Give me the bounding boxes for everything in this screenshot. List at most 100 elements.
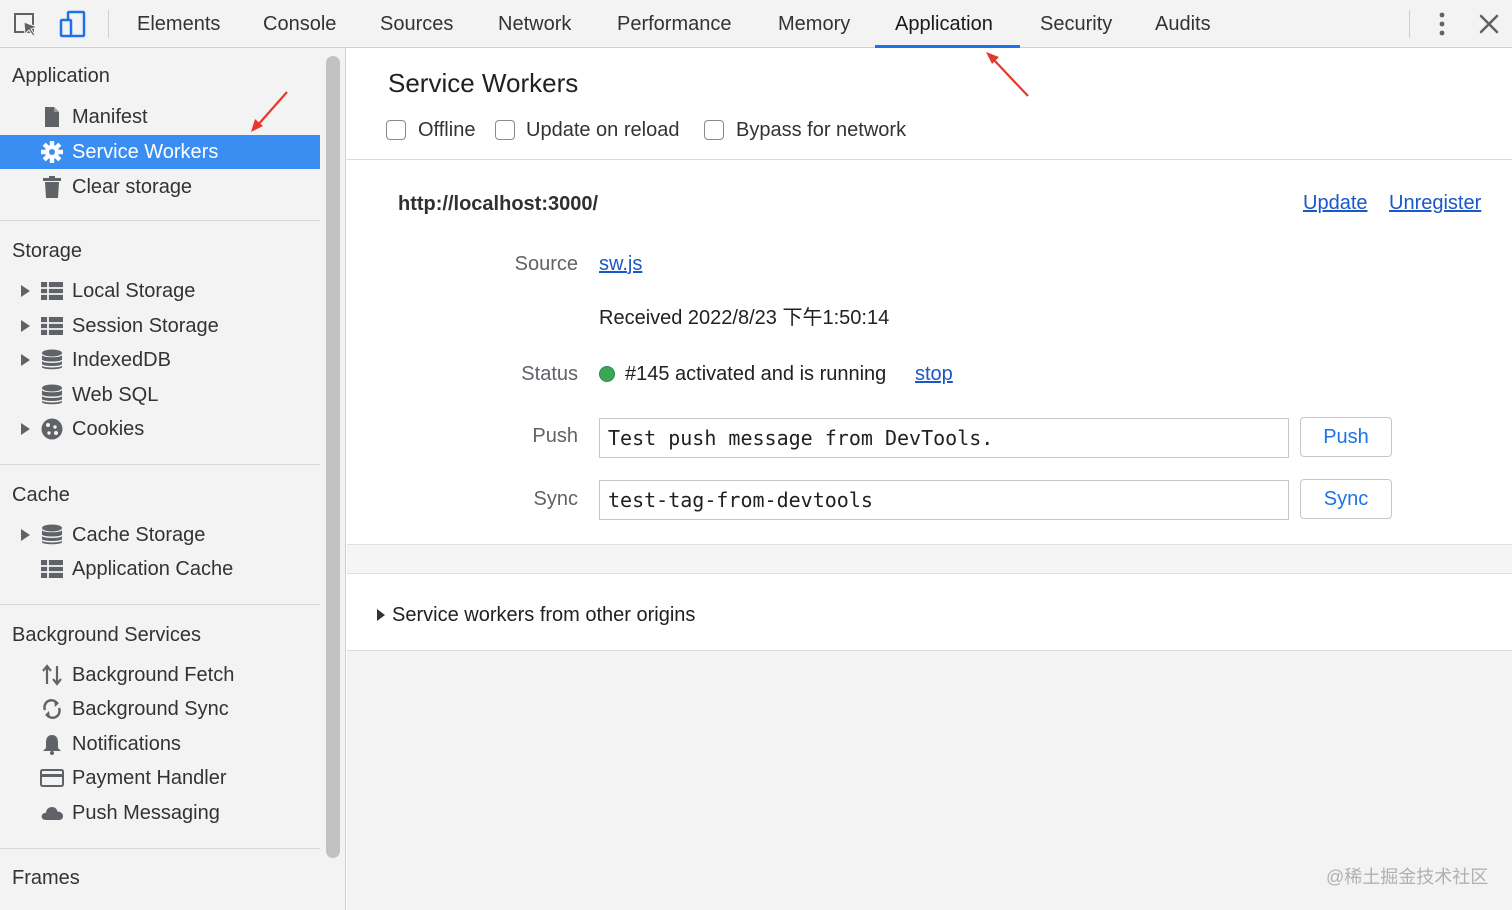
annotation-arrow-icon [986, 52, 1029, 97]
sidebar-item-label: Local Storage [72, 280, 196, 302]
tab-console[interactable]: Console [263, 0, 336, 48]
status-indicator-icon [599, 366, 615, 382]
sync-icon [43, 699, 61, 719]
unregister-link[interactable]: Unregister [1389, 192, 1481, 215]
cloud-icon [41, 807, 63, 820]
sidebar-item-label: Background Fetch [72, 664, 235, 686]
expand-arrow-icon[interactable] [21, 423, 30, 435]
update-on-reload-label: Update on reload [526, 119, 680, 141]
sidebar-item-label: Clear storage [72, 176, 193, 198]
device-toolbar-icon[interactable] [57, 8, 89, 40]
sidebar-divider [0, 848, 320, 849]
trash-icon [43, 176, 61, 198]
status-text: #145 activated and is running [625, 363, 887, 385]
bell-icon [43, 735, 61, 755]
section-title-application: Application [12, 65, 110, 87]
file-icon [45, 107, 59, 127]
update-link[interactable]: Update [1303, 192, 1368, 215]
expand-arrow-icon[interactable] [377, 609, 385, 621]
sidebar-item-background-fetch[interactable]: Background Fetch [0, 658, 320, 692]
status-label: Status [521, 363, 578, 385]
sidebar-item-label: Payment Handler [72, 767, 227, 789]
sidebar-item-label: Cookies [72, 418, 145, 440]
devtools-toolbar: Elements Console Sources Network Perform… [0, 0, 1512, 48]
sidebar-item-label: Push Messaging [72, 802, 220, 824]
grid-icon [41, 317, 63, 335]
toolbar-separator [108, 10, 109, 38]
sidebar-item-label: Web SQL [72, 384, 159, 406]
tab-memory[interactable]: Memory [778, 0, 850, 48]
sidebar-item-label: Cache Storage [72, 524, 206, 546]
expand-arrow-icon[interactable] [21, 285, 30, 297]
section-title-storage: Storage [12, 240, 83, 262]
sidebar-item-label: IndexedDB [72, 349, 171, 371]
watermark: @稀土掘金技术社区 [1326, 867, 1489, 887]
sidebar-scrollbar-thumb[interactable] [326, 56, 340, 858]
stop-link[interactable]: stop [915, 363, 953, 386]
database-icon [41, 384, 63, 405]
push-label: Push [532, 425, 578, 447]
offline-checkbox[interactable] [386, 120, 406, 140]
sidebar-item-clear-storage[interactable]: Clear storage [0, 170, 320, 204]
sidebar-item-application-cache[interactable]: Application Cache [0, 552, 320, 586]
other-origins-label: Service workers from other origins [392, 604, 696, 626]
expand-arrow-icon[interactable] [21, 354, 30, 366]
sidebar-item-notifications[interactable]: Notifications [0, 727, 320, 761]
service-workers-panel: Service Workers Offline Update on reload… [347, 48, 1512, 910]
tab-elements[interactable]: Elements [137, 0, 220, 48]
received-timestamp: Received 2022/8/23 下午1:50:14 [599, 307, 890, 329]
update-on-reload-checkbox[interactable] [495, 120, 515, 140]
section-divider [347, 159, 1512, 160]
sidebar-item-web-sql[interactable]: Web SQL [0, 378, 320, 412]
cookie-icon [41, 418, 63, 440]
bypass-for-network-checkbox[interactable] [704, 120, 724, 140]
worker-origin: http://localhost:3000/ [398, 193, 599, 215]
sidebar-item-label: Service Workers [72, 141, 219, 163]
expand-arrow-icon[interactable] [21, 320, 30, 332]
tab-application[interactable]: Application [895, 0, 993, 48]
section-title-cache: Cache [12, 484, 70, 506]
sidebar-item-cookies[interactable]: Cookies [0, 412, 320, 446]
grid-icon [41, 560, 63, 578]
sidebar-item-push-messaging[interactable]: Push Messaging [0, 796, 320, 830]
sidebar-divider [0, 220, 320, 221]
sidebar-item-indexeddb[interactable]: IndexedDB [0, 343, 320, 377]
sidebar-item-cache-storage[interactable]: Cache Storage [0, 518, 320, 552]
sync-label: Sync [533, 488, 578, 510]
sidebar-item-service-workers[interactable]: Service Workers [0, 135, 320, 169]
toolbar-separator [1409, 10, 1410, 38]
up-down-arrows-icon [42, 664, 62, 686]
source-file-link[interactable]: sw.js [599, 253, 642, 276]
source-label: Source [514, 253, 578, 275]
tab-performance[interactable]: Performance [617, 0, 732, 48]
close-icon[interactable] [1476, 10, 1502, 38]
tab-security[interactable]: Security [1040, 0, 1112, 48]
section-separator-band [347, 544, 1512, 574]
grid-icon [41, 282, 63, 300]
database-icon [41, 524, 63, 545]
database-icon [41, 349, 63, 370]
sync-tag-input[interactable] [599, 480, 1289, 520]
sync-button[interactable]: Sync [1300, 479, 1392, 519]
inspect-element-icon[interactable] [10, 8, 42, 40]
more-options-icon[interactable] [1430, 10, 1454, 38]
section-title-frames: Frames [12, 867, 80, 889]
sidebar-item-local-storage[interactable]: Local Storage [0, 274, 320, 308]
sidebar-item-label: Background Sync [72, 698, 229, 720]
sidebar-item-session-storage[interactable]: Session Storage [0, 309, 320, 343]
offline-label: Offline [418, 119, 476, 141]
sidebar-item-label: Notifications [72, 733, 181, 755]
card-icon [40, 769, 64, 787]
sidebar-item-background-sync[interactable]: Background Sync [0, 692, 320, 726]
tab-audits[interactable]: Audits [1155, 0, 1211, 48]
sidebar-item-payment-handler[interactable]: Payment Handler [0, 761, 320, 795]
tab-network[interactable]: Network [498, 0, 571, 48]
sidebar-divider [0, 604, 320, 605]
sidebar-divider [0, 464, 320, 465]
gear-icon [41, 141, 63, 163]
expand-arrow-icon[interactable] [21, 529, 30, 541]
push-button[interactable]: Push [1300, 417, 1392, 457]
tab-sources[interactable]: Sources [380, 0, 453, 48]
push-message-input[interactable] [599, 418, 1289, 458]
section-title-background-services: Background Services [12, 624, 201, 646]
